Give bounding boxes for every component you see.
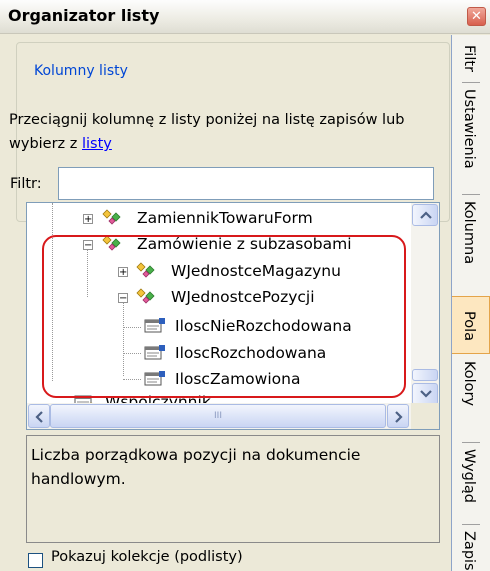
scroll-corner [411,403,439,429]
tab-kolory[interactable]: Kolory [452,355,490,441]
tree-item-zamiennik[interactable]: + ZamiennikTowaruForm [27,205,411,231]
tab-label: Kolory [461,361,477,407]
tab-label: Wygląd [461,449,477,503]
tab-pola[interactable]: Pola [452,296,490,354]
expand-icon[interactable]: + [83,214,93,225]
tab-label: Ustawienia [461,89,477,169]
tab-ustawienia[interactable]: Ustawienia [452,83,490,193]
window-title: Organizator listy [8,6,160,25]
tree-item-label: IloscNieRozchodowana [175,317,352,335]
tree-vertical-scrollbar[interactable] [411,203,439,405]
vertical-scroll-thumb[interactable] [412,369,438,381]
show-collections-label: Pokazuj kolekcje (podlisty) [51,549,243,565]
field-node-icon [144,371,165,386]
tree-item-ilosc-nierozchodowana[interactable]: IloscNieRozchodowana [27,313,411,339]
tab-zapis[interactable]: Zapis [452,525,490,571]
instruction-text: Przeciągnij kolumnę z listy poniżej na l… [9,108,449,156]
tab-label: Kolumna [461,201,477,265]
tab-label: Pola [461,311,477,342]
tab-kolumna[interactable]: Kolumna [452,195,490,295]
arrow-up-icon [420,211,432,219]
list-link[interactable]: listy [82,136,112,152]
tab-label: Filtr [461,45,477,72]
tree-item-label: Zamówienie z subzasobami [137,235,352,253]
collapse-icon[interactable]: − [118,293,128,304]
tab-filtr[interactable]: Filtr [452,35,490,81]
columns-group-legend: Kolumny listy [30,63,132,79]
show-collections-checkbox[interactable] [28,553,43,568]
horizontal-scroll-thumb[interactable]: III [50,404,386,428]
side-tabs: Filtr Ustawienia Kolumna Pola Kolory Wyg… [451,35,490,571]
expand-icon[interactable]: + [118,267,128,278]
arrow-left-icon [35,411,43,423]
scroll-down-button[interactable] [412,383,438,405]
class-node-icon [136,288,155,304]
organizer-window: Organizator listy ✕ Kolumny listy Przeci… [0,0,490,571]
scroll-left-button[interactable] [28,404,50,428]
tree-item-wjednostce-pozycji[interactable]: − WJednostcePozycji [27,284,411,310]
title-bar: Organizator listy ✕ [0,0,490,34]
class-node-icon [136,262,155,278]
tree-item-ilosc-rozchodowana[interactable]: IloscRozchodowana [27,340,411,366]
class-node-icon [102,235,121,251]
close-button[interactable]: ✕ [467,7,486,26]
tab-wyglad[interactable]: Wygląd [452,443,490,523]
class-node-icon [102,209,121,225]
tree-item-label: WJednostcePozycji [171,288,315,306]
field-description: Liczba porządkowa pozycji na dokumencie … [26,435,440,543]
arrow-right-icon [395,411,403,423]
field-node-icon [144,345,165,360]
filter-input[interactable] [58,167,434,200]
instruction-label: Przeciągnij kolumnę z listy poniżej na l… [9,112,405,152]
tree-item-label: WJednostceMagazynu [171,262,341,280]
tree-item-zamowienie[interactable]: − Zamówienie z subzasobami [27,231,411,257]
filter-label: Filtr: [10,176,42,192]
tree-item-label: IloscRozchodowana [175,344,327,362]
tree-item-label: ZamiennikTowaruForm [137,209,313,227]
scroll-right-button[interactable] [387,404,409,428]
columns-tree[interactable]: + ZamiennikTowaruForm − Zamówienie z sub… [26,202,440,430]
tree-item-wjednostce-magazynu[interactable]: + WJednostceMagazynu [27,258,411,284]
arrow-down-icon [420,390,432,398]
tab-label: Zapis [461,531,477,571]
field-node-icon [144,318,165,333]
collapse-icon[interactable]: − [83,240,93,251]
tree-horizontal-scrollbar[interactable]: III [27,403,411,429]
scroll-up-button[interactable] [412,204,438,226]
